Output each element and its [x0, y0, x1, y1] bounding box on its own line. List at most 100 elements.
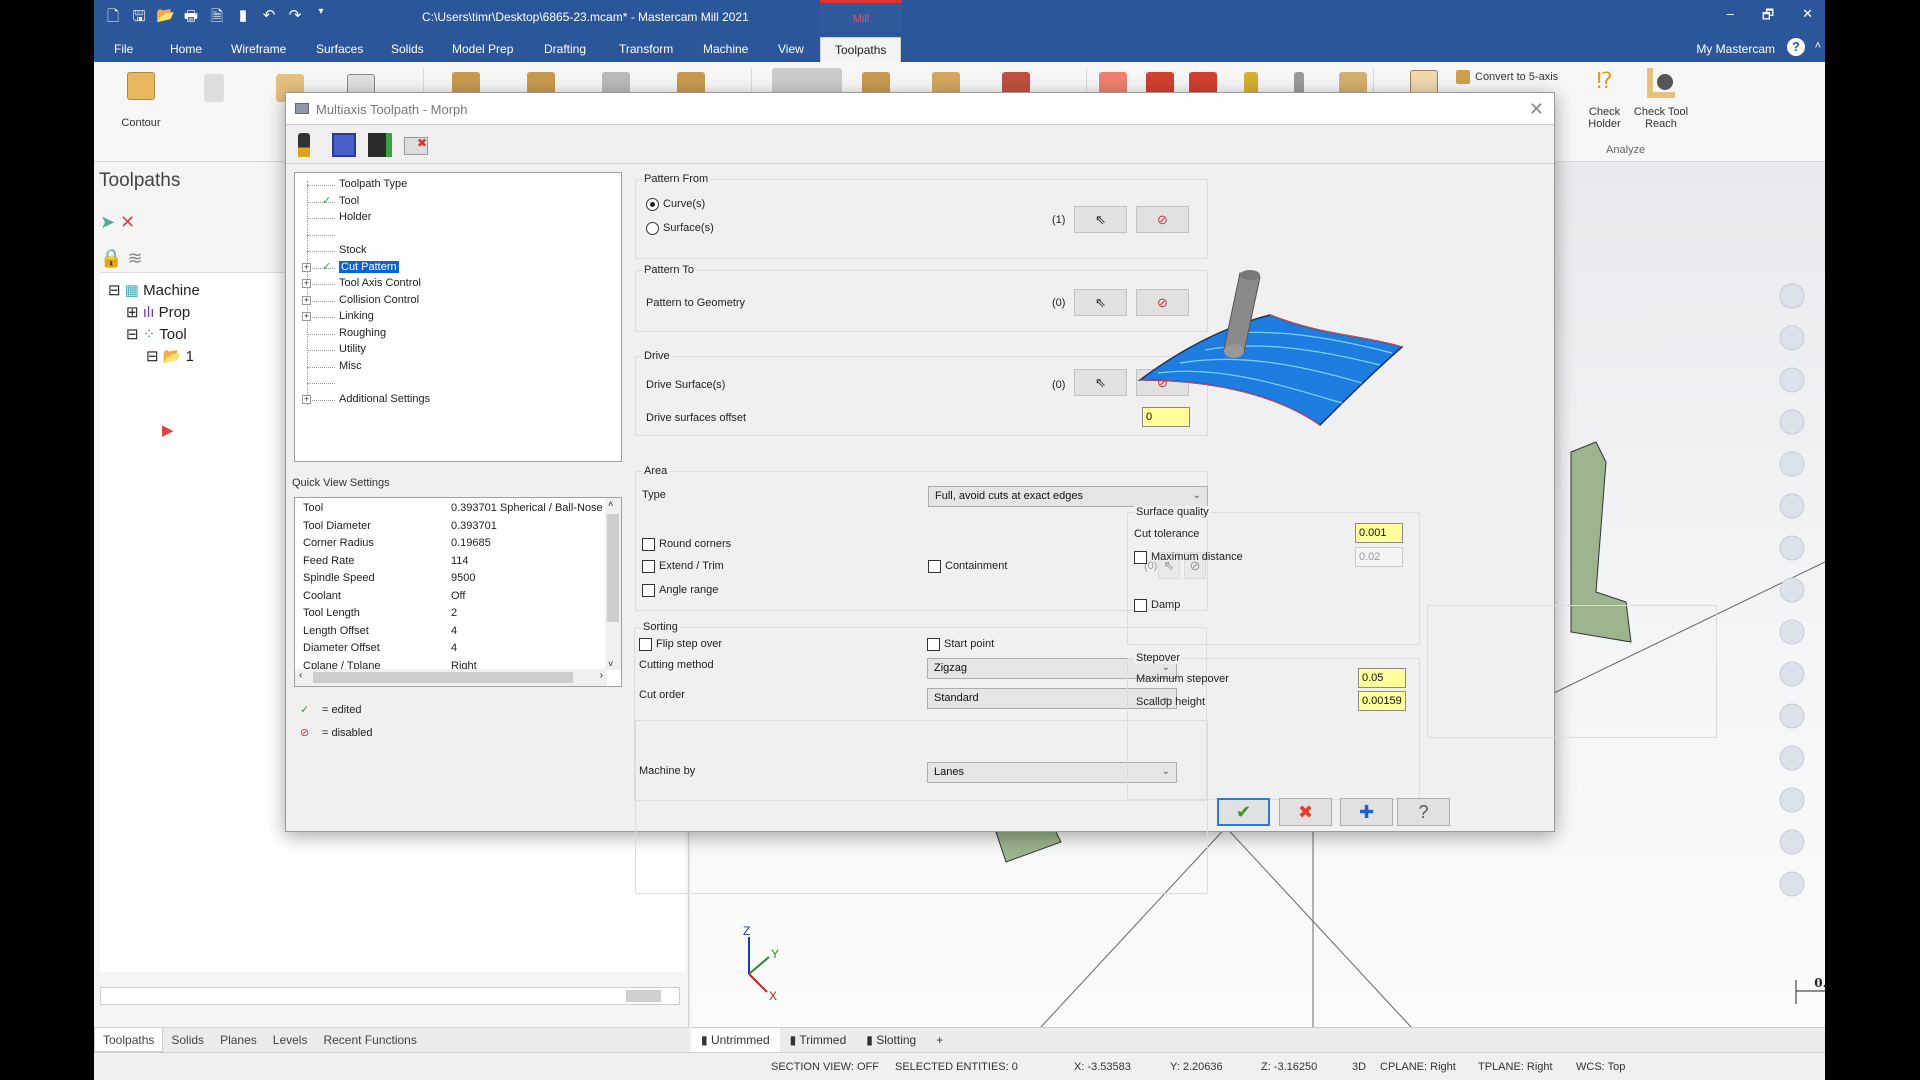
expand-icon[interactable]: + — [302, 295, 311, 305]
check-holder-button[interactable]: ⁉ Check Holder — [1577, 68, 1632, 130]
insert-arrow-icon[interactable]: ▶ — [162, 421, 174, 439]
tree-item[interactable]: Tool — [339, 194, 359, 209]
z-coordinate[interactable]: Z: -3.16250 — [1261, 1061, 1317, 1073]
section-view-status[interactable]: SECTION VIEW: OFF — [771, 1061, 879, 1073]
my-mastercam-link[interactable]: My Mastercam — [1696, 42, 1775, 56]
angle-range-checkbox[interactable] — [642, 584, 655, 597]
surfaces-radio[interactable] — [646, 222, 659, 235]
tplane-status[interactable]: TPLANE: Right — [1478, 1061, 1553, 1073]
new-file-icon[interactable]: 🗋 — [104, 6, 122, 31]
check-tool-reach-button[interactable]: Check Tool Reach — [1626, 68, 1696, 130]
maximum-distance-input[interactable]: 0.02 — [1355, 547, 1403, 567]
maximum-distance-checkbox[interactable] — [1134, 551, 1147, 564]
lock-icon[interactable]: 🔒 — [100, 248, 122, 268]
menu-machine[interactable]: Machine — [703, 42, 748, 56]
select-all-icon[interactable]: ➤ — [100, 212, 115, 232]
pattern-from-select-button[interactable]: ⇖ — [1074, 206, 1127, 233]
expand-icon[interactable]: + — [302, 262, 311, 272]
add-viewsheet-button[interactable]: + — [926, 1028, 953, 1052]
convert-5axis-button[interactable]: Convert to 5-axis — [1456, 70, 1558, 84]
close-button[interactable]: ✕ — [1802, 6, 1813, 28]
save-to-library-icon[interactable] — [368, 133, 392, 157]
tree-item[interactable]: Linking — [339, 309, 374, 324]
expand-icon[interactable]: + — [302, 394, 311, 404]
tree-operation-1[interactable]: ⊟ 📂 1 — [146, 347, 194, 365]
quick-view-vertical-scrollbar[interactable]: ˄ ˅ — [605, 498, 621, 670]
minimize-button[interactable]: – — [1727, 6, 1734, 28]
tab-recent-functions[interactable]: Recent Functions — [315, 1028, 424, 1052]
containment-checkbox[interactable] — [928, 560, 941, 573]
tree-machine-group[interactable]: ⊟ ▦ Machine — [108, 281, 200, 299]
help-icon[interactable]: ? — [1787, 38, 1805, 56]
contour-button[interactable]: Contour — [106, 72, 176, 129]
cut-tolerance-input[interactable]: 0.001 — [1355, 523, 1403, 543]
menu-model-prep[interactable]: Model Prep — [452, 42, 513, 56]
tree-item[interactable]: Holder — [339, 210, 371, 225]
menu-transform[interactable]: Transform — [619, 42, 673, 56]
tree-item[interactable]: Toolpath Type — [339, 177, 407, 192]
save-icon[interactable]: 🖫 — [130, 6, 148, 31]
maximum-stepover-input[interactable]: 0.05 — [1358, 668, 1406, 688]
menu-wireframe[interactable]: Wireframe — [231, 42, 286, 56]
manager-horizontal-scrollbar[interactable] — [100, 987, 680, 1005]
redo-icon[interactable]: ↷ — [286, 6, 304, 31]
dialog-close-button[interactable]: ✕ — [1529, 99, 1544, 120]
tree-item[interactable]: Stock — [339, 243, 367, 258]
customize-icon[interactable]: ▾ — [312, 6, 330, 31]
viewsheet-slotting[interactable]: ▮ Slotting — [856, 1028, 926, 1052]
cplane-status[interactable]: CPLANE: Right — [1380, 1061, 1456, 1073]
print-icon[interactable]: 🖶 — [182, 6, 200, 31]
area-type-select[interactable]: Full, avoid cuts at exact edges ⌄ — [928, 486, 1208, 507]
toggle-display-icon[interactable]: ≋ — [127, 248, 142, 268]
start-point-checkbox[interactable] — [927, 638, 940, 651]
tree-item[interactable]: Additional Settings — [339, 392, 430, 407]
scallop-height-input[interactable]: 0.00159 — [1358, 691, 1406, 711]
tree-properties[interactable]: ⊞ ılı Prop — [126, 303, 190, 321]
tree-item[interactable]: Roughing — [339, 326, 386, 341]
menu-home[interactable]: Home — [170, 42, 202, 56]
delete-icon[interactable]: ✖ — [404, 137, 428, 155]
damp-checkbox[interactable] — [1134, 599, 1147, 612]
open-icon[interactable]: 📂 — [156, 6, 175, 31]
tool-icon[interactable] — [298, 133, 310, 157]
flip-step-over-checkbox[interactable] — [639, 638, 652, 651]
pocket-icon[interactable] — [204, 74, 224, 102]
save-as-icon[interactable]: 🗎 — [208, 6, 226, 31]
viewsheet-untrimmed[interactable]: ▮ Untrimmed — [691, 1028, 780, 1052]
wcs-status[interactable]: WCS: Top — [1576, 1061, 1625, 1073]
undo-icon[interactable]: ↶ — [260, 6, 278, 31]
tab-toolpaths[interactable]: Toolpaths — [94, 1028, 164, 1052]
menu-solids[interactable]: Solids — [391, 42, 424, 56]
tree-item[interactable]: Tool Axis Control — [339, 276, 421, 291]
cancel-button[interactable]: ✖ — [1279, 798, 1332, 826]
expand-icon[interactable]: + — [302, 279, 311, 288]
curves-radio[interactable] — [646, 198, 659, 211]
menu-view[interactable]: View — [778, 42, 804, 56]
view-mode-3d[interactable]: 3D — [1352, 1061, 1366, 1073]
viewsheet-trimmed[interactable]: ▮ Trimmed — [780, 1028, 857, 1052]
tree-item[interactable]: Collision Control — [339, 293, 419, 308]
tree-item[interactable]: Misc — [339, 359, 362, 374]
save-icon[interactable] — [332, 133, 356, 157]
ok-button[interactable]: ✔ — [1217, 798, 1270, 826]
menu-toolpaths[interactable]: Toolpaths — [820, 37, 902, 62]
restore-button[interactable]: 🗗 — [1762, 6, 1774, 28]
deselect-icon[interactable]: ✕ — [120, 212, 135, 232]
merge-icon[interactable]: ▮ — [234, 6, 252, 31]
tree-toolpath-group[interactable]: ⊟ ⁘ Tool — [126, 325, 187, 343]
menu-drafting[interactable]: Drafting — [544, 42, 586, 56]
tree-item[interactable]: Cut Pattern — [339, 260, 399, 275]
menu-file[interactable]: File — [114, 42, 133, 56]
help-button[interactable]: ? — [1397, 798, 1450, 826]
tab-planes[interactable]: Planes — [212, 1028, 265, 1052]
extend-trim-checkbox[interactable] — [642, 560, 655, 573]
tab-levels[interactable]: Levels — [265, 1028, 316, 1052]
tree-item[interactable]: Utility — [339, 342, 366, 357]
apply-button[interactable]: ✚ — [1340, 798, 1393, 826]
pattern-to-select-button[interactable]: ⇖ — [1074, 289, 1127, 316]
tab-solids[interactable]: Solids — [163, 1028, 212, 1052]
quick-view-horizontal-scrollbar[interactable]: ‹ › — [295, 669, 607, 686]
drive-select-button[interactable]: ⇖ — [1074, 369, 1127, 396]
collapse-ribbon-icon[interactable]: ˄ — [1815, 40, 1821, 52]
menu-surfaces[interactable]: Surfaces — [316, 42, 363, 56]
